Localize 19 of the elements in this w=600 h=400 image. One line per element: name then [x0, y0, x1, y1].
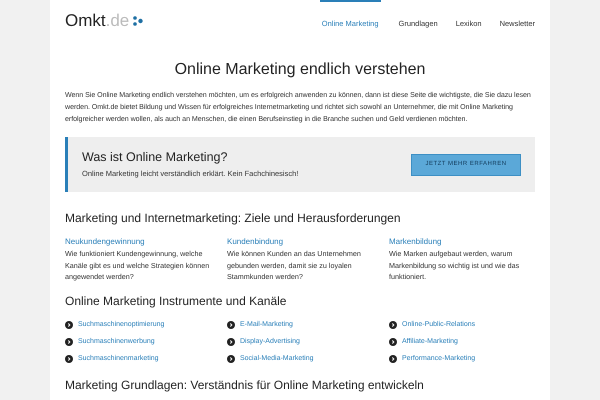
chevron-circle-icon — [65, 354, 73, 362]
topic-link[interactable]: Neukundengewinnung — [65, 236, 211, 248]
chevron-circle-icon — [389, 354, 397, 362]
topic-link[interactable]: Kundenbindung — [227, 236, 373, 248]
section-heading: Marketing Grundlagen: Verständnis für Online Marketing entwickeln — [65, 376, 425, 392]
chevron-circle-icon — [65, 320, 73, 328]
site-logo[interactable]: Omkt.de — [65, 12, 130, 29]
section-heading: Online Marketing Instrumente und Kanäle — [65, 292, 288, 308]
chevron-circle-icon — [65, 338, 73, 346]
dots-logo-icon — [133, 16, 144, 26]
topic-link[interactable]: Markenbildung — [389, 236, 535, 248]
chevron-circle-icon — [227, 354, 235, 362]
section-heading: Marketing und Internetmarketing: Ziele und Herausforderungen — [65, 210, 402, 226]
callout-title: Was ist Online Marketing? — [82, 149, 228, 166]
chevron-circle-icon — [227, 320, 235, 328]
page-title: Online Marketing endlich verstehen — [174, 60, 426, 80]
chevron-circle-icon — [389, 320, 397, 328]
chevron-circle-icon — [389, 338, 397, 346]
chevron-circle-icon — [227, 338, 235, 346]
